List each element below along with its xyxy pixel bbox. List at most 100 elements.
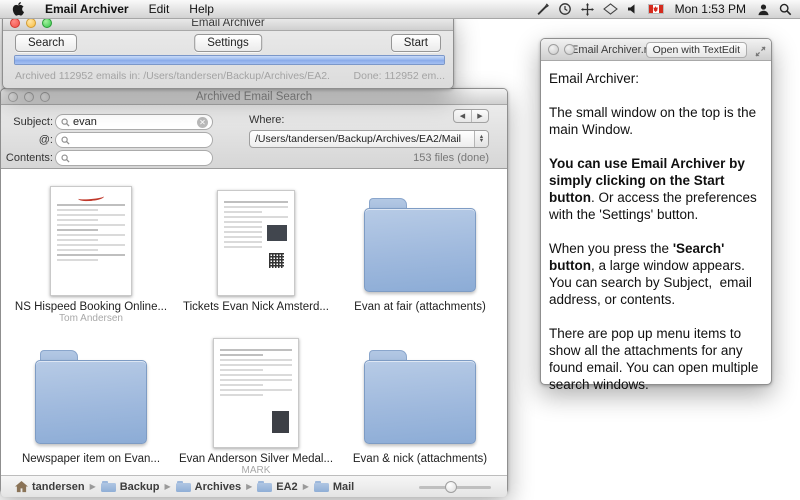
search-button[interactable]: Search xyxy=(15,34,77,52)
document-thumbnail xyxy=(217,190,295,296)
path-crumb[interactable]: Archives xyxy=(176,481,241,493)
start-button[interactable]: Start xyxy=(391,34,441,52)
close-button[interactable] xyxy=(10,18,20,28)
result-item[interactable]: NS Hispeed Booking Online... Tom Anderse… xyxy=(1,173,181,325)
address-label: @: xyxy=(5,134,53,146)
result-label: Evan & nick (attachments) xyxy=(353,453,487,465)
forward-button[interactable]: ▶ xyxy=(471,110,488,122)
result-label: NS Hispeed Booking Online... xyxy=(15,301,167,313)
zoom-button[interactable] xyxy=(42,18,52,28)
where-popup[interactable]: /Users/tandersen/Backup/Archives/EA2/Mai… xyxy=(249,130,489,148)
icon-size-slider[interactable] xyxy=(419,480,491,494)
path-crumb[interactable]: EA2 xyxy=(257,481,297,493)
result-label: Newspaper item on Evan... xyxy=(22,453,160,465)
result-item[interactable]: Tickets Evan Nick Amsterd... xyxy=(181,173,331,325)
fullscreen-expand-icon[interactable] xyxy=(755,44,766,62)
clear-icon[interactable]: ✕ xyxy=(197,117,208,128)
result-item[interactable]: Evan at fair (attachments) xyxy=(331,173,509,325)
archive-status-text: Archived 112952 emails in: /Users/tander… xyxy=(15,70,330,82)
email-archiver-window: Email Archiver Search Settings Start Arc… xyxy=(2,14,454,89)
menu-item-help[interactable]: Help xyxy=(179,0,224,19)
ql-paragraph: There are pop up menu items to show all … xyxy=(549,325,763,393)
index-sheet-button[interactable] xyxy=(564,44,575,55)
volume-icon[interactable] xyxy=(627,3,639,15)
open-with-textedit-button[interactable]: Open with TextEdit xyxy=(646,42,747,58)
result-subtitle: Tom Andersen xyxy=(59,313,123,325)
contents-label: Contents: xyxy=(5,152,53,164)
apple-menu-icon[interactable] xyxy=(12,2,25,17)
where-label: Where: xyxy=(249,114,284,126)
address-search-field[interactable] xyxy=(55,132,213,148)
crumb-separator: ▶ xyxy=(164,482,170,491)
canada-flag-icon[interactable] xyxy=(648,4,664,14)
path-bar: tandersen ▶ Backup ▶ Archives ▶ EA2 ▶ Ma… xyxy=(1,475,507,497)
path-crumb[interactable]: Mail xyxy=(314,481,354,493)
subject-search-field[interactable]: ✕ xyxy=(55,114,213,130)
crosshair-icon[interactable] xyxy=(581,3,594,16)
quicklook-title: Email Archiver.rtf xyxy=(571,44,654,56)
result-label: Tickets Evan Nick Amsterd... xyxy=(183,301,329,313)
menubar-clock[interactable]: Mon 1:53 PM xyxy=(673,2,748,16)
home-icon xyxy=(15,481,28,493)
contents-search-input[interactable] xyxy=(70,152,208,164)
folder-icon xyxy=(101,481,116,492)
progress-bar xyxy=(14,55,445,65)
spotlight-icon[interactable] xyxy=(779,3,792,16)
stepper-icon: ▲▼ xyxy=(474,131,488,147)
folder-icon xyxy=(314,481,329,492)
pen-icon[interactable] xyxy=(536,3,549,16)
result-item[interactable]: Evan Anderson Silver Medal... MARK xyxy=(181,325,331,477)
minimize-button[interactable] xyxy=(24,92,34,102)
ql-paragraph: The small window on the top is the main … xyxy=(549,104,763,138)
quicklook-window: Email Archiver.rtf Open with TextEdit Em… xyxy=(540,38,772,385)
folder-thumbnail xyxy=(364,348,476,444)
search-icon xyxy=(61,154,70,163)
user-icon[interactable] xyxy=(757,3,770,16)
ql-paragraph: You can use Email Archiver by simply cli… xyxy=(549,155,763,223)
search-icon xyxy=(61,118,70,127)
where-popup-value: /Users/tandersen/Backup/Archives/EA2/Mai… xyxy=(250,133,474,145)
airport-icon[interactable] xyxy=(603,3,618,15)
settings-button[interactable]: Settings xyxy=(194,34,262,52)
quicklook-titlebar[interactable]: Email Archiver.rtf Open with TextEdit xyxy=(541,39,771,61)
archived-email-search-window: Archived Email Search Subject: ✕ @: Cont… xyxy=(0,88,508,494)
search-window-title: Archived Email Search xyxy=(1,91,507,103)
crumb-separator: ▶ xyxy=(246,482,252,491)
back-button[interactable]: ◀ xyxy=(454,110,471,122)
menu-item-app[interactable]: Email Archiver xyxy=(35,0,139,19)
ql-paragraph: When you press the 'Search' button, a la… xyxy=(549,240,763,308)
contents-search-field[interactable] xyxy=(55,150,213,166)
result-subtitle: MARK xyxy=(242,465,271,477)
document-thumbnail xyxy=(50,186,132,296)
close-button[interactable] xyxy=(8,92,18,102)
minimize-button[interactable] xyxy=(26,18,36,28)
ql-paragraph: Email Archiver: xyxy=(549,70,763,87)
folder-thumbnail xyxy=(364,196,476,292)
path-crumb-home[interactable]: tandersen xyxy=(15,481,85,493)
folder-thumbnail xyxy=(35,348,147,444)
search-window-titlebar[interactable]: Archived Email Search xyxy=(1,89,507,105)
subject-search-input[interactable] xyxy=(70,116,197,128)
address-search-input[interactable] xyxy=(70,134,208,146)
search-results: NS Hispeed Booking Online... Tom Anderse… xyxy=(1,169,507,475)
quicklook-text: Email Archiver: The small window on the … xyxy=(541,61,771,419)
result-label: Evan at fair (attachments) xyxy=(354,301,486,313)
slider-knob[interactable] xyxy=(445,481,457,493)
result-label: Evan Anderson Silver Medal... xyxy=(179,453,333,465)
search-icon xyxy=(61,136,70,145)
path-crumb[interactable]: Backup xyxy=(101,481,160,493)
progress-fill xyxy=(15,56,444,64)
search-controls: Subject: ✕ @: Contents: Where: /Users/ta… xyxy=(1,105,507,169)
close-button[interactable] xyxy=(548,44,559,55)
menu-item-edit[interactable]: Edit xyxy=(139,0,180,19)
folder-icon xyxy=(257,481,272,492)
zoom-button[interactable] xyxy=(40,92,50,102)
result-item[interactable]: Newspaper item on Evan... xyxy=(1,325,181,477)
file-count: 153 files (done) xyxy=(413,152,489,164)
time-machine-icon[interactable] xyxy=(558,2,572,16)
crumb-separator: ▶ xyxy=(90,482,96,491)
subject-label: Subject: xyxy=(5,116,53,128)
result-item[interactable]: Evan & nick (attachments) xyxy=(331,325,509,477)
folder-icon xyxy=(176,481,191,492)
crumb-separator: ▶ xyxy=(303,482,309,491)
